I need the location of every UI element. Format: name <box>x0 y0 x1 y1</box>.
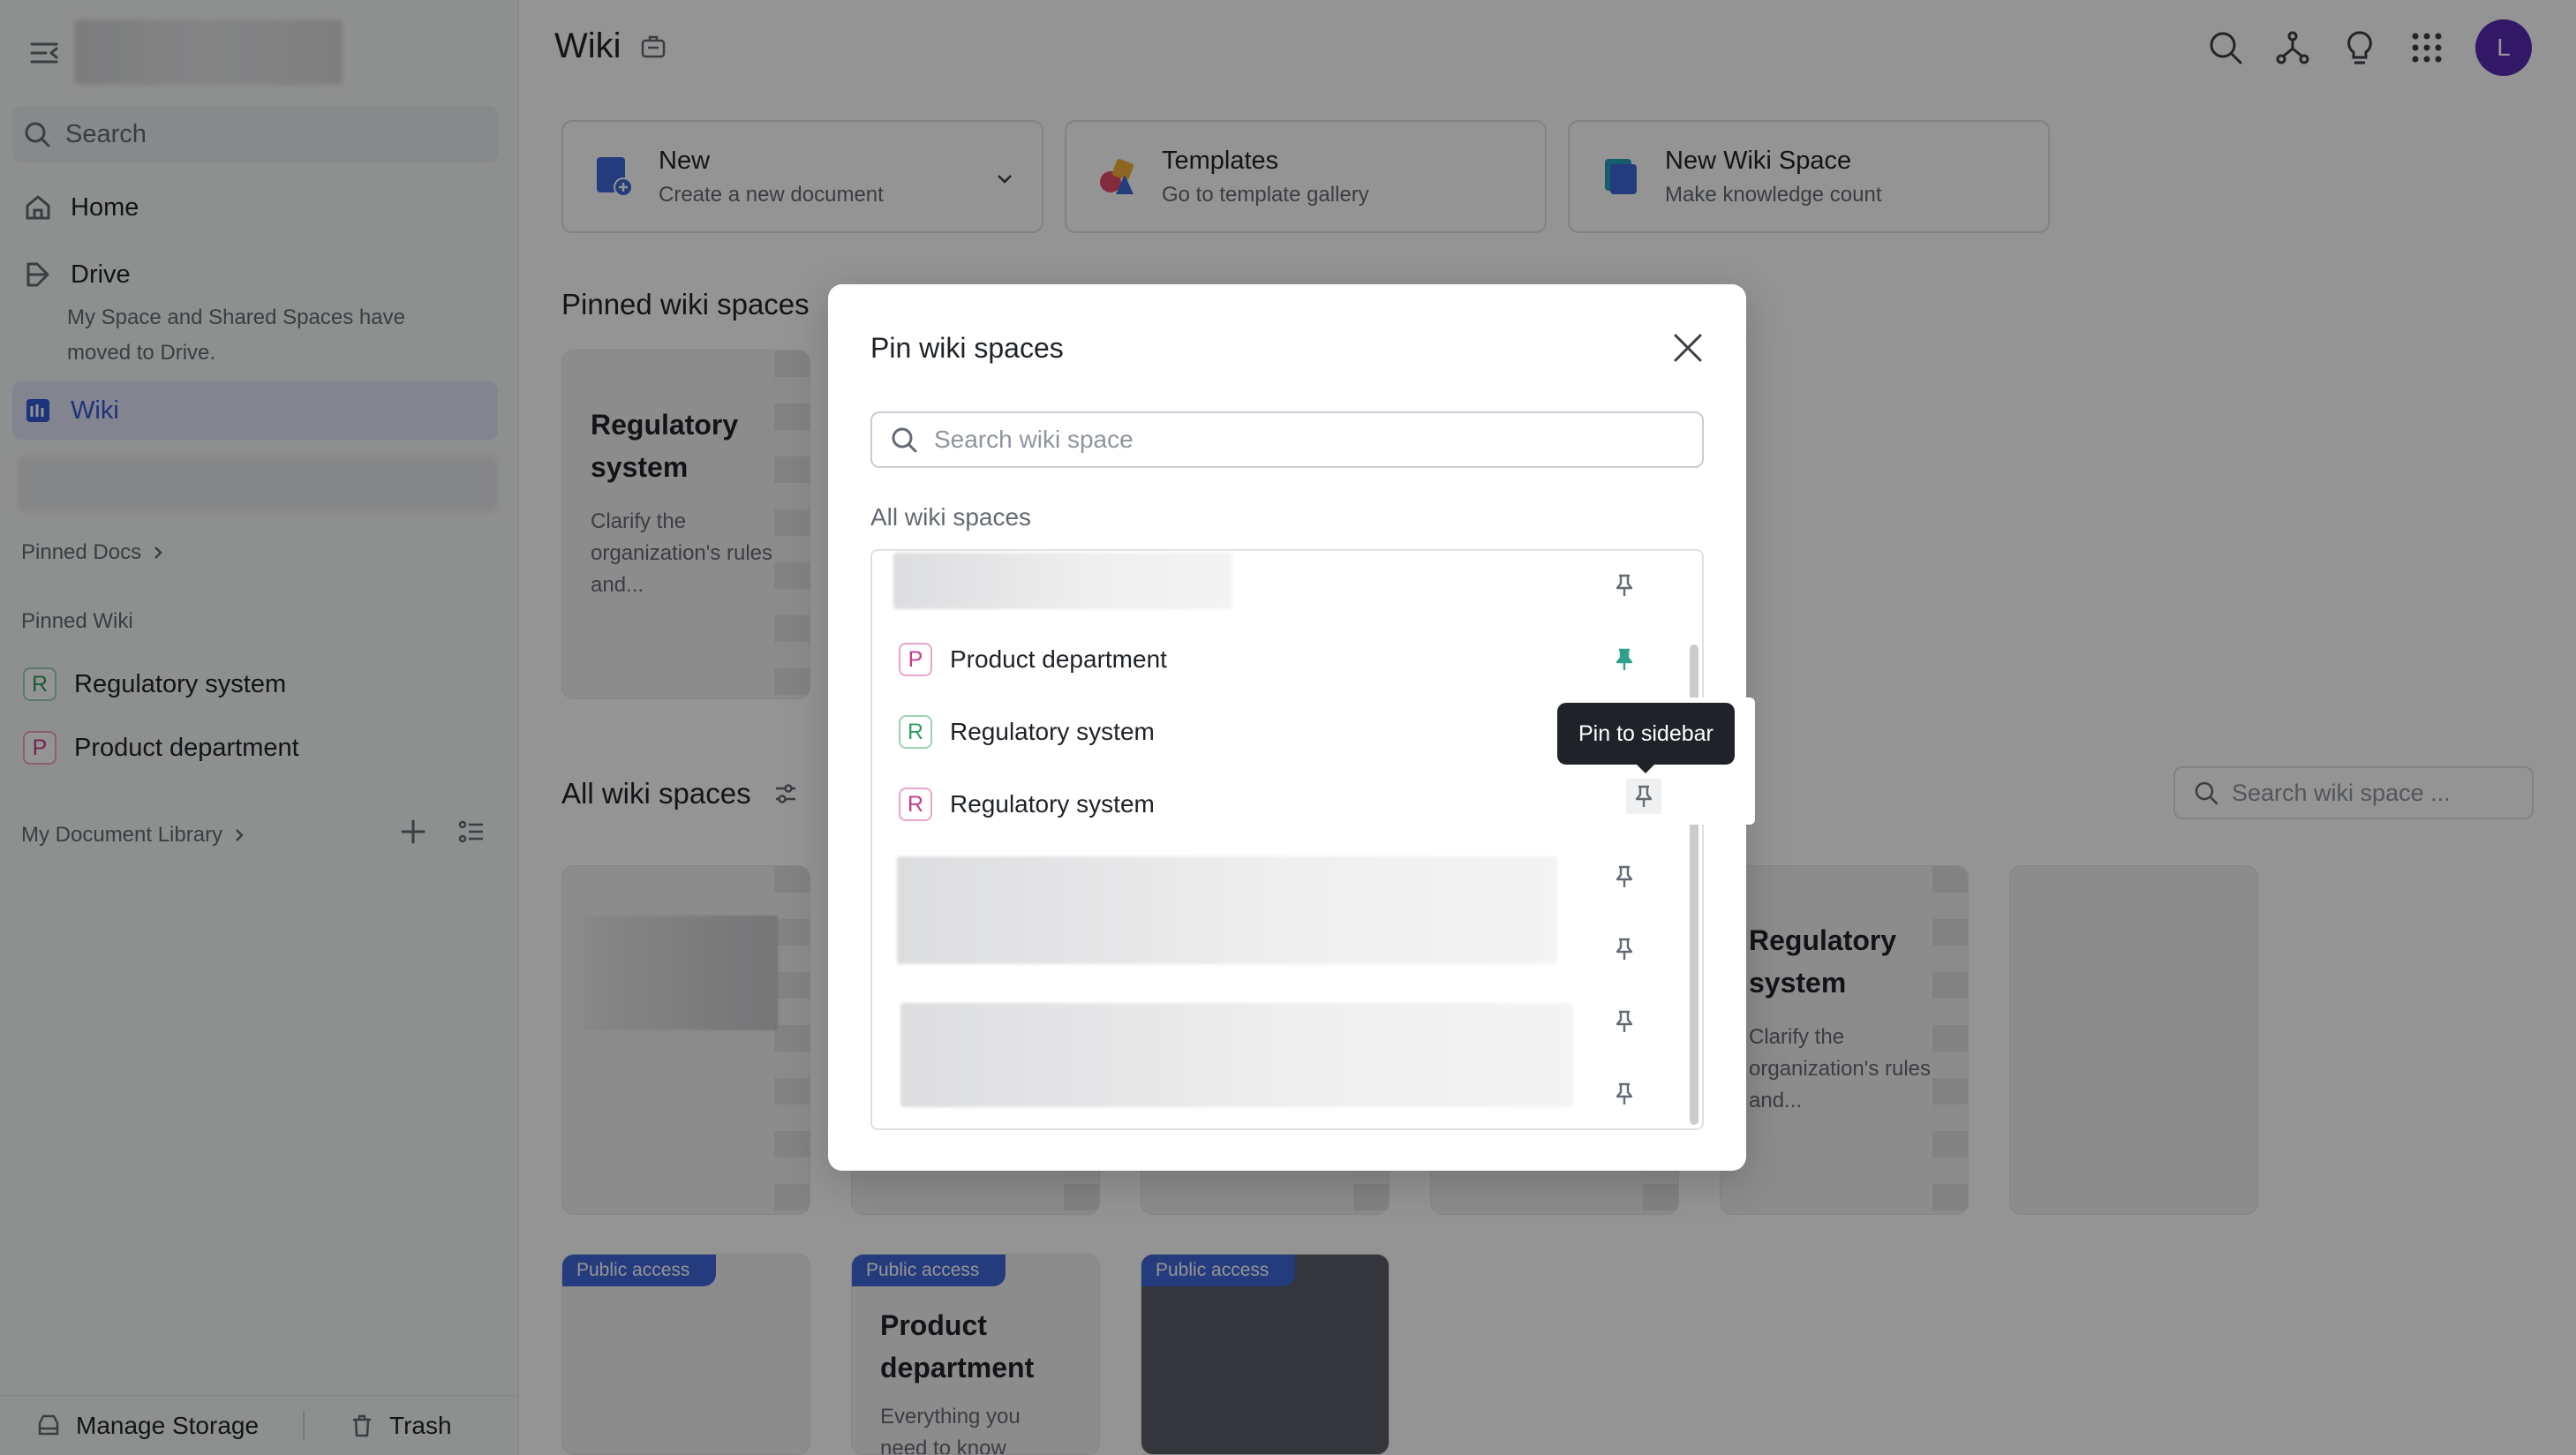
pin-button[interactable] <box>1607 568 1642 603</box>
pin-button[interactable] <box>1607 1076 1642 1112</box>
pin-button[interactable] <box>1607 859 1642 894</box>
list-item[interactable] <box>872 1058 1684 1128</box>
pin-button[interactable] <box>1607 931 1642 967</box>
wiki-letter-icon: P <box>899 643 932 676</box>
pin-outline-icon <box>1616 938 1633 960</box>
pin-outline-icon <box>1616 865 1633 887</box>
search-placeholder: Search wiki space <box>934 426 1134 453</box>
search-icon <box>892 427 917 453</box>
list-item[interactable] <box>872 913 1684 985</box>
dialog-search-input[interactable]: Search wiki space <box>870 411 1704 468</box>
pin-outline-icon <box>1616 1082 1633 1104</box>
pin-filled-icon <box>1616 648 1633 670</box>
dialog-subtitle: All wiki spaces <box>870 503 1032 531</box>
wiki-letter-icon: R <box>899 715 932 749</box>
wiki-space-list[interactable]: P Product department R Regulatory system… <box>870 549 1704 1130</box>
close-icon[interactable] <box>1668 328 1707 367</box>
redacted-content <box>893 553 1232 609</box>
dialog-title: Pin wiki spaces <box>870 332 1064 364</box>
list-item[interactable]: P Product department <box>872 623 1684 696</box>
pin-button[interactable] <box>1607 1004 1642 1039</box>
pin-outline-icon <box>1616 1010 1633 1032</box>
list-item-label: Regulatory system <box>950 790 1155 818</box>
pin-tooltip: Pin to sidebar <box>1557 703 1735 773</box>
pin-to-sidebar-button[interactable] <box>1626 779 1661 814</box>
wiki-letter-icon: R <box>899 788 932 821</box>
pin-outline-icon <box>1616 574 1633 596</box>
list-item[interactable] <box>872 551 1684 622</box>
list-item-label: Product department <box>950 645 1167 673</box>
pin-outline-icon <box>1635 785 1653 807</box>
list-item[interactable] <box>872 985 1684 1058</box>
unpin-button[interactable] <box>1607 642 1642 677</box>
list-item-label: Regulatory system <box>950 718 1155 745</box>
list-item[interactable] <box>872 841 1684 913</box>
